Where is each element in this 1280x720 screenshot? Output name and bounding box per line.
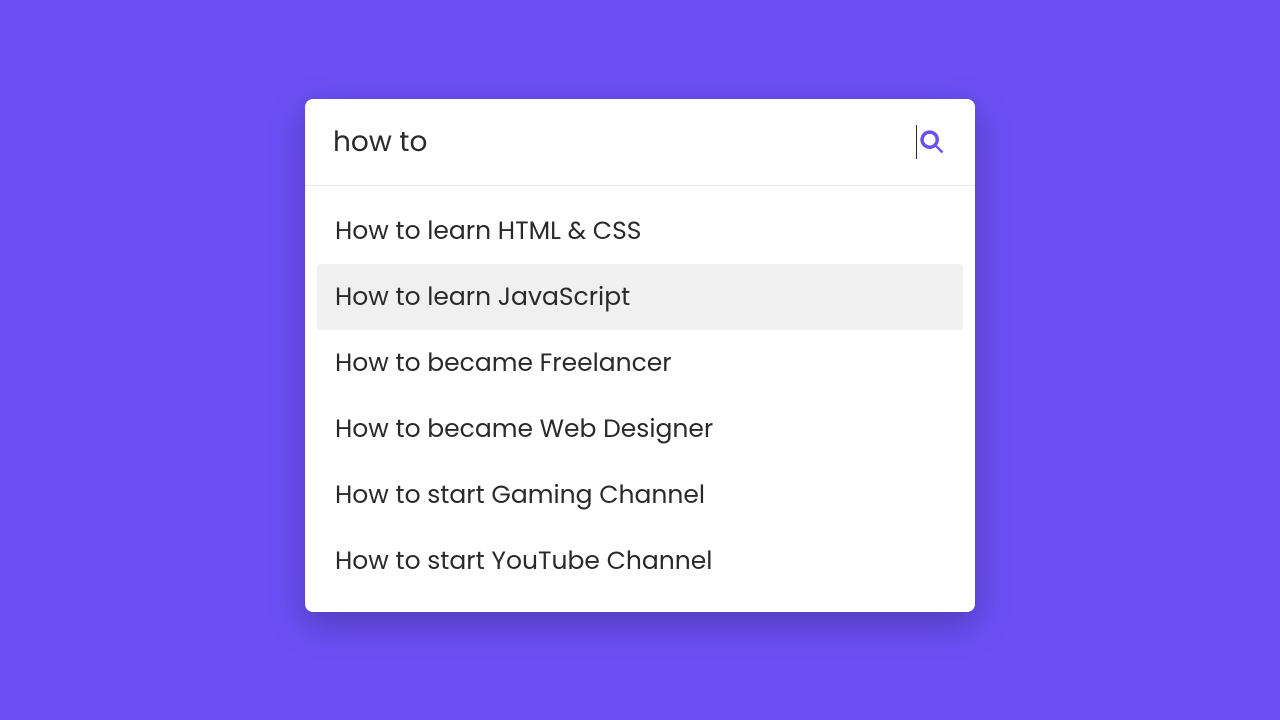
search-input[interactable]: how to: [333, 121, 914, 163]
suggestion-item[interactable]: How to learn JavaScript: [317, 264, 963, 330]
suggestion-item[interactable]: How to learn HTML & CSS: [317, 198, 963, 264]
search-input-wrap[interactable]: how to: [333, 121, 917, 163]
suggestion-item[interactable]: How to start Gaming Channel: [317, 462, 963, 528]
search-icon[interactable]: [917, 127, 947, 157]
search-bar: how to: [305, 99, 975, 186]
suggestion-item[interactable]: How to start YouTube Channel: [317, 528, 963, 594]
search-autocomplete-panel: how to How to learn HTML & CSS How to le…: [305, 99, 975, 612]
suggestions-list: How to learn HTML & CSS How to learn Jav…: [305, 186, 975, 612]
suggestion-item[interactable]: How to became Freelancer: [317, 330, 963, 396]
suggestion-item[interactable]: How to became Web Designer: [317, 396, 963, 462]
